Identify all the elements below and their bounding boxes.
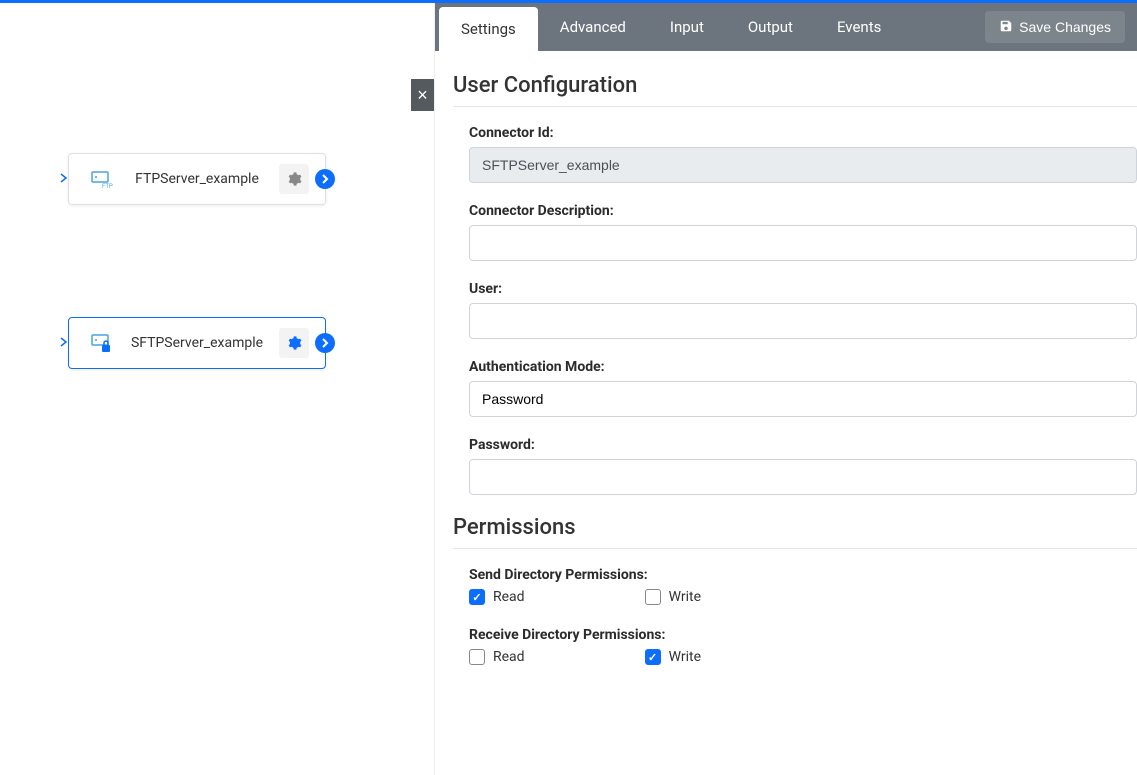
checkbox-text: Read: [493, 649, 525, 665]
send-permissions-label: Send Directory Permissions:: [469, 567, 1137, 583]
save-button-label: Save Changes: [1019, 19, 1111, 35]
password-input[interactable]: [469, 459, 1137, 495]
connector-description-label: Connector Description:: [469, 203, 1137, 219]
checkbox-text: Write: [669, 649, 701, 665]
divider: [453, 548, 1137, 549]
sftp-server-icon: [87, 329, 115, 357]
content-area: User Configuration Connector Id: Connect…: [435, 51, 1137, 775]
permissions-form: Send Directory Permissions: Read Write R: [453, 567, 1137, 665]
send-write-checkbox[interactable]: Write: [645, 589, 701, 605]
arrow-right-icon[interactable]: [315, 169, 335, 189]
ftp-server-icon: FTP: [87, 165, 115, 193]
auth-mode-select[interactable]: [469, 381, 1137, 417]
connector-card-ftpserver[interactable]: FTP FTPServer_example: [68, 153, 326, 205]
divider: [453, 106, 1137, 107]
tab-events[interactable]: Events: [815, 3, 903, 51]
tab-input[interactable]: Input: [648, 3, 726, 51]
connector-card-sftpserver[interactable]: SFTPServer_example: [68, 317, 326, 369]
password-label: Password:: [469, 437, 1137, 453]
save-icon: [999, 19, 1013, 36]
gear-icon[interactable]: [279, 164, 309, 194]
checkbox-icon: [645, 589, 661, 605]
collapse-panel-button[interactable]: ×: [411, 79, 434, 111]
main-layout: × FTP FTPServer_example SFTPS: [0, 3, 1137, 775]
settings-panel: Settings Advanced Input Output Events Sa…: [435, 3, 1137, 775]
tab-settings[interactable]: Settings: [439, 7, 538, 51]
workspace-panel: × FTP FTPServer_example SFTPS: [0, 3, 435, 775]
save-changes-button[interactable]: Save Changes: [985, 11, 1125, 43]
checkbox-text: Write: [669, 589, 701, 605]
checkbox-icon: [469, 649, 485, 665]
receive-write-checkbox[interactable]: Write: [645, 649, 701, 665]
connector-description-input[interactable]: [469, 225, 1137, 261]
receive-read-checkbox[interactable]: Read: [469, 649, 525, 665]
section-heading-user-config: User Configuration: [453, 73, 1137, 98]
connector-id-input: [469, 147, 1137, 183]
connector-id-label: Connector Id:: [469, 125, 1137, 141]
gear-icon[interactable]: [279, 328, 309, 358]
checkbox-icon: [645, 649, 661, 665]
checkbox-icon: [469, 589, 485, 605]
chevron-right-icon: [59, 337, 71, 349]
chevron-right-icon: [59, 173, 71, 185]
user-input[interactable]: [469, 303, 1137, 339]
receive-permissions-label: Receive Directory Permissions:: [469, 627, 1137, 643]
auth-mode-label: Authentication Mode:: [469, 359, 1137, 375]
user-config-form: Connector Id: Connector Description: Use…: [453, 125, 1137, 495]
section-heading-permissions: Permissions: [453, 515, 1137, 540]
svg-text:FTP: FTP: [102, 183, 113, 190]
send-read-checkbox[interactable]: Read: [469, 589, 525, 605]
connector-label: FTPServer_example: [115, 171, 279, 187]
connector-label: SFTPServer_example: [115, 335, 279, 351]
user-label: User:: [469, 281, 1137, 297]
tab-advanced[interactable]: Advanced: [538, 3, 648, 51]
checkbox-text: Read: [493, 589, 525, 605]
tab-output[interactable]: Output: [726, 3, 815, 51]
tabs-bar: Settings Advanced Input Output Events Sa…: [435, 3, 1137, 51]
close-icon: ×: [417, 85, 428, 106]
arrow-right-icon[interactable]: [315, 333, 335, 353]
